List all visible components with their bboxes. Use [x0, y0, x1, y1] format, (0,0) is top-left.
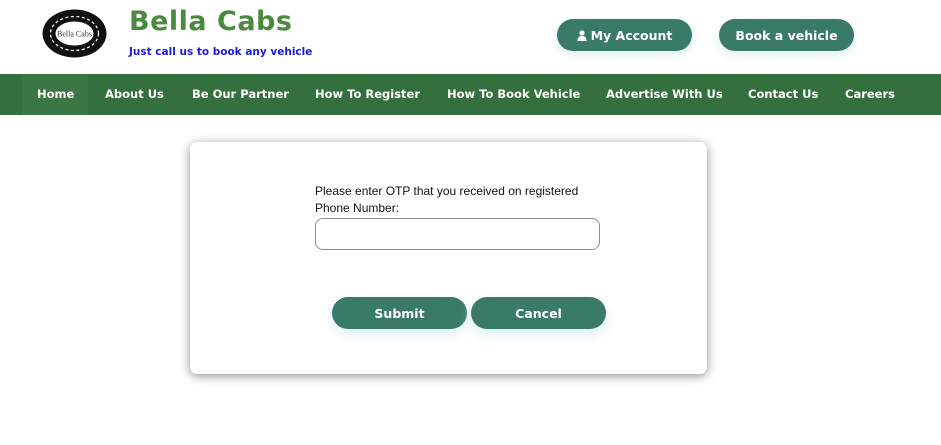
- bella-cabs-logo[interactable]: Bella Cabs: [41, 8, 108, 59]
- my-account-button[interactable]: My Account: [557, 19, 692, 51]
- main-nav: Home About Us Be Our Partner How To Regi…: [0, 74, 941, 115]
- book-vehicle-label: Book a vehicle: [735, 27, 838, 43]
- logo-text: Bella Cabs: [57, 30, 92, 39]
- brand-name[interactable]: Bella Cabs: [129, 6, 292, 37]
- site-header: Bella Cabs Bella Cabs Just call us to bo…: [0, 0, 941, 74]
- user-icon: [577, 29, 587, 41]
- tagline: Just call us to book any vehicle: [129, 46, 313, 58]
- otp-input[interactable]: [315, 218, 600, 250]
- cancel-button[interactable]: Cancel: [471, 297, 606, 329]
- nav-item-contact-us[interactable]: Contact Us: [748, 74, 818, 115]
- submit-button[interactable]: Submit: [332, 297, 467, 329]
- book-vehicle-button[interactable]: Book a vehicle: [719, 19, 854, 51]
- my-account-label: My Account: [590, 27, 673, 43]
- nav-item-how-to-book-vehicle[interactable]: How To Book Vehicle: [447, 74, 580, 115]
- nav-item-careers[interactable]: Careers: [845, 74, 895, 115]
- otp-instruction-label: Please enter OTP that you received on re…: [315, 184, 579, 215]
- nav-item-about-us[interactable]: About Us: [105, 74, 164, 115]
- otp-dialog: Please enter OTP that you received on re…: [190, 142, 707, 374]
- nav-item-advertise-with-us[interactable]: Advertise With Us: [606, 74, 723, 115]
- nav-item-be-our-partner[interactable]: Be Our Partner: [192, 74, 289, 115]
- nav-item-how-to-register[interactable]: How To Register: [315, 74, 420, 115]
- nav-item-home[interactable]: Home: [37, 74, 74, 115]
